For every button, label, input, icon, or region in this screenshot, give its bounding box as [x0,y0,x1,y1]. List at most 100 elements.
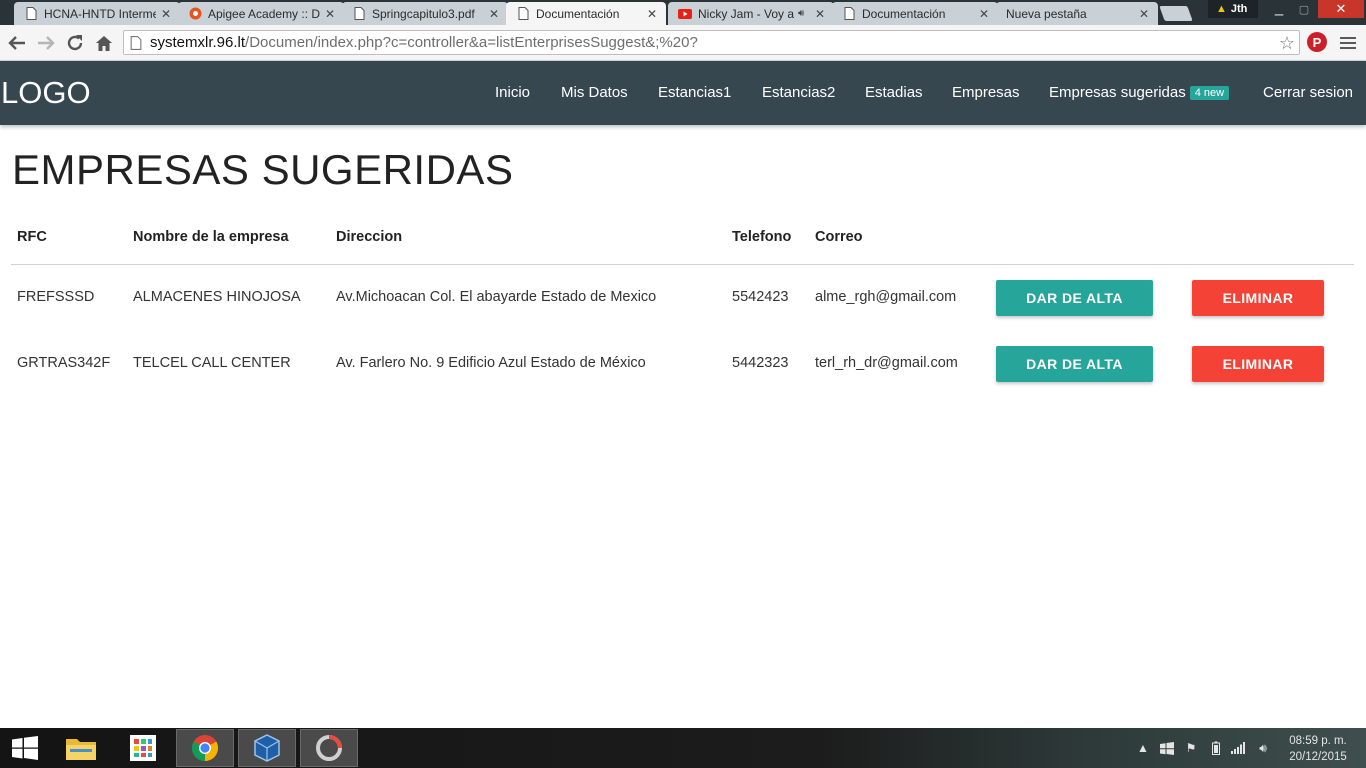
column-header-rfc: RFC [17,229,47,245]
back-arrow-icon [8,36,25,50]
bookmark-star-icon[interactable]: ☆ [1279,33,1295,54]
cell-correo: terl_rh_dr@gmail.com [815,355,958,371]
browser-tab[interactable]: Documentación ✕ [832,2,998,25]
browser-toolbar: systemxlr.96.lt/Documen/index.php?c=cont… [0,25,1366,61]
site-navbar: LOGO Inicio Mis Datos Estancias1 Estanci… [0,61,1366,125]
cell-nombre: TELCEL CALL CENTER [133,355,291,371]
windows-start-icon[interactable] [0,729,50,767]
column-header-telefono: Telefono [732,229,792,245]
browser-tab[interactable]: Nicky Jam - Voy a 🔊︎ ✕ [668,2,834,25]
nav-link-label: Empresas sugeridas [1049,84,1186,101]
nav-link-mis-datos[interactable]: Mis Datos [561,83,628,103]
tab-title: Springcapitulo3.pdf [372,6,475,21]
back-button[interactable] [6,32,28,54]
reload-button[interactable] [64,32,86,54]
battery-icon[interactable] [1208,728,1224,768]
recording-app-icon[interactable] [300,729,358,767]
home-icon [96,35,112,51]
cell-telefono: 5542423 [732,289,789,305]
nav-link-estancias1[interactable]: Estancias1 [658,83,731,103]
tab-title: Nueva pestaña [1006,6,1087,21]
close-tab-icon[interactable]: ✕ [814,7,826,21]
document-icon [24,7,38,21]
youtube-icon [678,7,692,21]
close-tab-icon[interactable]: ✕ [488,7,500,21]
close-tab-icon[interactable]: ✕ [1138,7,1150,21]
cell-correo: alme_rgh@gmail.com [815,289,957,305]
chrome-icon[interactable] [176,729,234,767]
warning-icon: ▲ [1216,3,1227,15]
new-tab-button[interactable] [1159,6,1193,21]
nav-link-inicio[interactable]: Inicio [495,83,530,103]
browser-tab-active[interactable]: Documentación ✕ [506,2,666,25]
cell-nombre: ALMACENES HINOJOSA [133,289,301,305]
page-icon [130,35,142,50]
browser-tab-strip: HCNA-HNTD Interme ✕ Apigee Academy :: D … [0,0,1366,25]
column-header-correo: Correo [815,229,863,245]
chrome-menu-icon[interactable] [1340,35,1356,51]
forward-button[interactable] [35,32,57,54]
virtualbox-icon[interactable] [238,729,296,767]
close-tab-icon[interactable]: ✕ [324,7,336,21]
file-explorer-icon[interactable] [52,729,110,767]
column-header-direccion: Direccion [336,229,403,245]
reload-icon [67,35,83,51]
close-tab-icon[interactable]: ✕ [978,7,990,21]
cell-rfc: GRTRAS342F [17,355,111,371]
profile-button[interactable]: ▲ Jth [1208,0,1258,18]
page-title: EMPRESAS SUGERIDAS [12,146,514,193]
nav-link-cerrar-sesion[interactable]: Cerrar sesion [1263,83,1353,103]
minimize-button[interactable]: ▁ [1266,0,1292,18]
network-signal-icon[interactable] [1229,728,1247,768]
pinterest-icon[interactable]: P [1307,32,1327,52]
tab-title: Apigee Academy :: D [208,6,320,21]
delete-button[interactable]: ELIMINAR [1192,280,1324,316]
tab-title: Nicky Jam - Voy a [698,6,795,21]
close-window-button[interactable]: ✕ [1318,0,1364,18]
close-tab-icon[interactable]: ✕ [160,7,172,21]
document-icon [842,7,856,21]
cell-direccion: Av. Farlero No. 9 Edificio Azul Estado d… [336,355,646,371]
document-icon [516,7,530,21]
approve-button[interactable]: DAR DE ALTA [996,280,1153,316]
speaker-icon: 🔊︎ [798,8,805,19]
browser-tab[interactable]: Apigee Academy :: D ✕ [178,2,344,25]
site-logo[interactable]: LOGO [1,75,91,111]
close-tab-icon[interactable]: ✕ [646,7,658,21]
nav-link-estancias2[interactable]: Estancias2 [762,83,835,103]
forward-arrow-icon [38,36,55,50]
cell-rfc: FREFSSSD [17,289,95,305]
maximize-button[interactable]: ▢ [1292,0,1316,18]
system-clock[interactable]: 08:59 p. m. 20/12/2015 [1280,733,1356,765]
home-button[interactable] [93,32,115,54]
url-path: /Documen/index.php?c=controller&a=listEn… [245,34,698,51]
browser-tab[interactable]: Nueva pestaña ✕ [996,2,1158,25]
tab-title: Documentación [536,6,620,21]
cell-telefono: 5442323 [732,355,789,371]
cell-direccion: Av.Michoacan Col. El abayarde Estado de … [336,289,657,305]
new-count-badge: 4 new [1189,86,1230,100]
volume-icon[interactable]: 🔊︎ [1253,728,1273,768]
action-center-flag-icon[interactable]: ⚑ [1182,728,1200,768]
nav-link-estadias[interactable]: Estadias [865,83,923,103]
delete-button[interactable]: ELIMINAR [1192,346,1324,382]
table-header-divider [11,264,1354,265]
windows-notification-icon[interactable] [1158,728,1176,768]
apigee-icon [188,7,202,21]
document-icon [352,7,366,21]
profile-name: Jth [1230,3,1248,15]
tab-title: HCNA-HNTD Interme [44,6,156,21]
browser-tab[interactable]: HCNA-HNTD Interme ✕ [14,2,180,25]
show-hidden-icons-chevron-icon[interactable]: ▲ [1136,728,1150,768]
column-header-nombre: Nombre de la empresa [133,229,289,245]
approve-button[interactable]: DAR DE ALTA [996,346,1153,382]
nav-link-empresas-sugeridas[interactable]: Empresas sugeridas 4 new [1049,83,1230,103]
clock-date: 20/12/2015 [1289,751,1347,763]
clock-time: 08:59 p. m. [1289,735,1347,747]
windows-taskbar: ▲ ⚑ 🔊︎ 08:59 p. m. 20/12/2015 [0,728,1366,768]
address-bar[interactable]: systemxlr.96.lt/Documen/index.php?c=cont… [123,30,1300,55]
store-icon[interactable] [114,729,172,767]
browser-tab[interactable]: Springcapitulo3.pdf ✕ [342,2,508,25]
tab-title: Documentación [862,6,946,21]
nav-link-empresas[interactable]: Empresas [952,83,1020,103]
